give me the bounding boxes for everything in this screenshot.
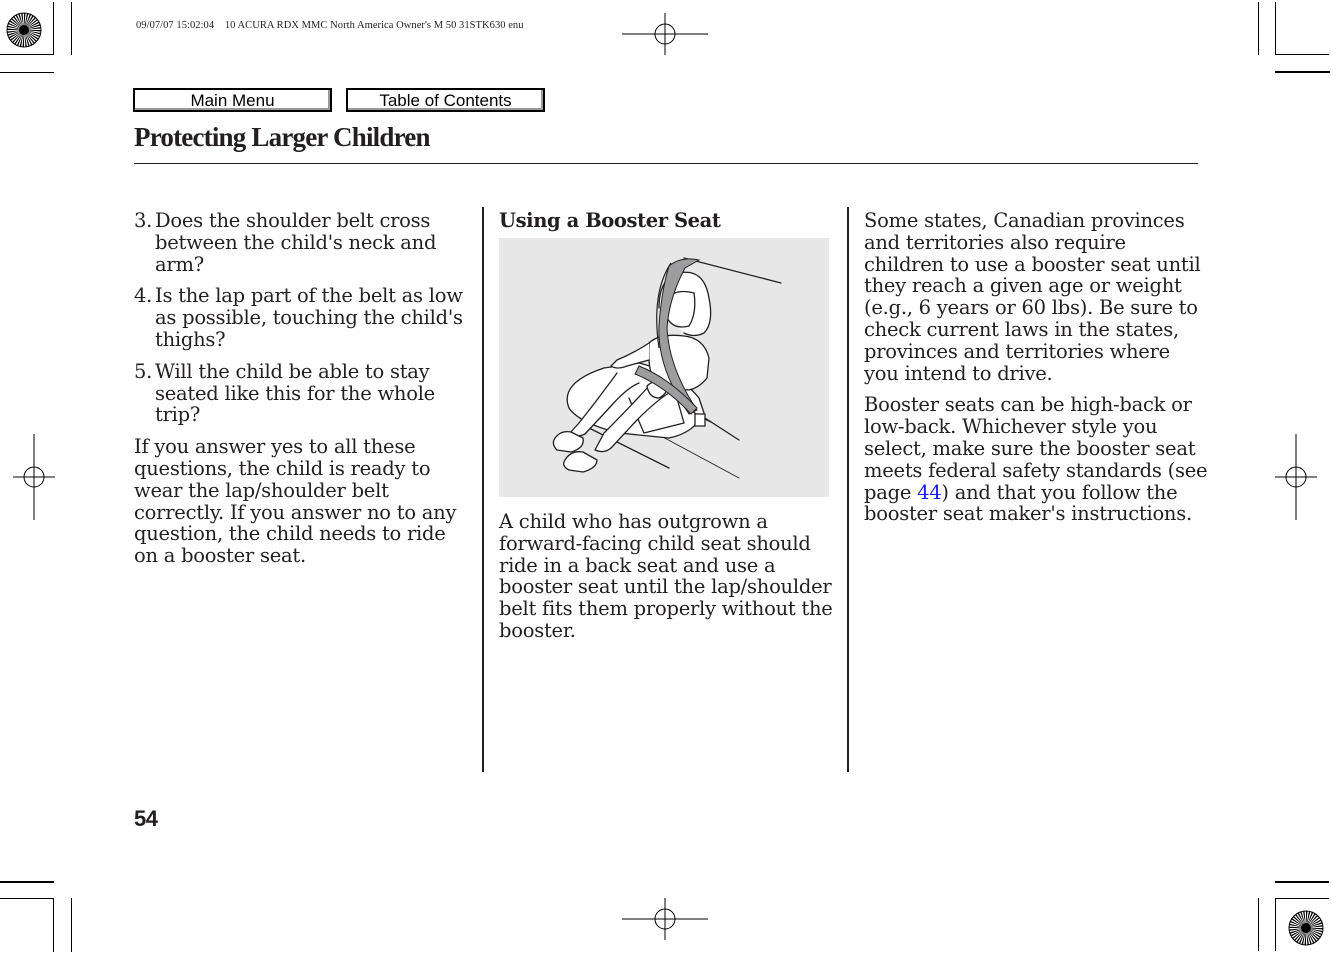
crop-mark-line: [1258, 2, 1259, 55]
page-44-link[interactable]: 44: [917, 481, 942, 504]
crop-mark-line: [71, 2, 72, 55]
print-job-header: 09/07/07 15:02:04 10 ACURA RDX MMC North…: [136, 20, 524, 31]
item-number: 5.: [134, 359, 153, 383]
crop-mark-line: [0, 881, 54, 883]
booster-intro-paragraph: A child who has outgrown a forward-facin…: [499, 510, 833, 642]
checklist-item: 5. Will the child be able to stay seated…: [134, 359, 474, 427]
item-text: Is the lap part of the belt as low as po…: [155, 284, 463, 351]
crop-mark-line: [1258, 898, 1259, 951]
title-divider: [134, 163, 1198, 164]
item-number: 3.: [134, 209, 153, 232]
crop-mark-line: [1275, 2, 1276, 55]
table-of-contents-button[interactable]: Table of Contents: [346, 88, 545, 112]
item-text: Will the child be able to stay seated li…: [155, 359, 435, 427]
column-divider: [847, 207, 849, 772]
column-3: Some states, Canadian provinces and terr…: [864, 210, 1209, 535]
page-number: 54: [134, 806, 158, 831]
column-2: Using a Booster Seat A child who has out…: [499, 210, 844, 652]
crop-mark-line: [1275, 898, 1329, 899]
column-divider: [482, 207, 484, 772]
registration-crosshair-icon: [1275, 434, 1317, 520]
crop-mark-line: [0, 898, 54, 899]
section-heading: Using a Booster Seat: [499, 209, 721, 232]
crop-mark-line: [53, 2, 54, 55]
crop-mark-line: [1275, 54, 1329, 55]
crop-mark-line: [0, 54, 54, 55]
crop-mark-line: [1275, 881, 1329, 883]
crop-mark-line: [0, 72, 54, 73]
registration-starburst-icon: [1288, 910, 1324, 946]
checklist-item: 3. Does the shoulder belt cross between …: [134, 209, 474, 276]
child-in-booster-seat-icon: [552, 257, 782, 479]
registration-crosshair-icon: [622, 898, 708, 940]
crop-mark-line: [71, 898, 72, 952]
state-laws-paragraph: Some states, Canadian provinces and terr…: [864, 209, 1201, 385]
column-1: 3. Does the shoulder belt cross between …: [134, 210, 474, 577]
page-title: Protecting Larger Children: [134, 122, 430, 152]
crop-mark-line: [53, 898, 54, 952]
item-number: 4.: [134, 284, 153, 308]
registration-crosshair-icon: [13, 434, 55, 520]
checklist-item: 4. Is the lap part of the belt as low as…: [134, 284, 474, 351]
registration-crosshair-icon: [622, 13, 708, 55]
item-text: Does the shoulder belt cross between the…: [155, 209, 437, 276]
booster-types-paragraph: Booster seats can be high-back or low-ba…: [864, 394, 1209, 525]
registration-starburst-icon: [6, 12, 42, 48]
crop-mark-line: [1275, 898, 1276, 951]
booster-seat-illustration: [499, 238, 829, 497]
main-menu-button[interactable]: Main Menu: [133, 88, 332, 112]
crop-mark-line: [1275, 71, 1330, 73]
readiness-paragraph: If you answer yes to all these questions…: [134, 435, 457, 568]
